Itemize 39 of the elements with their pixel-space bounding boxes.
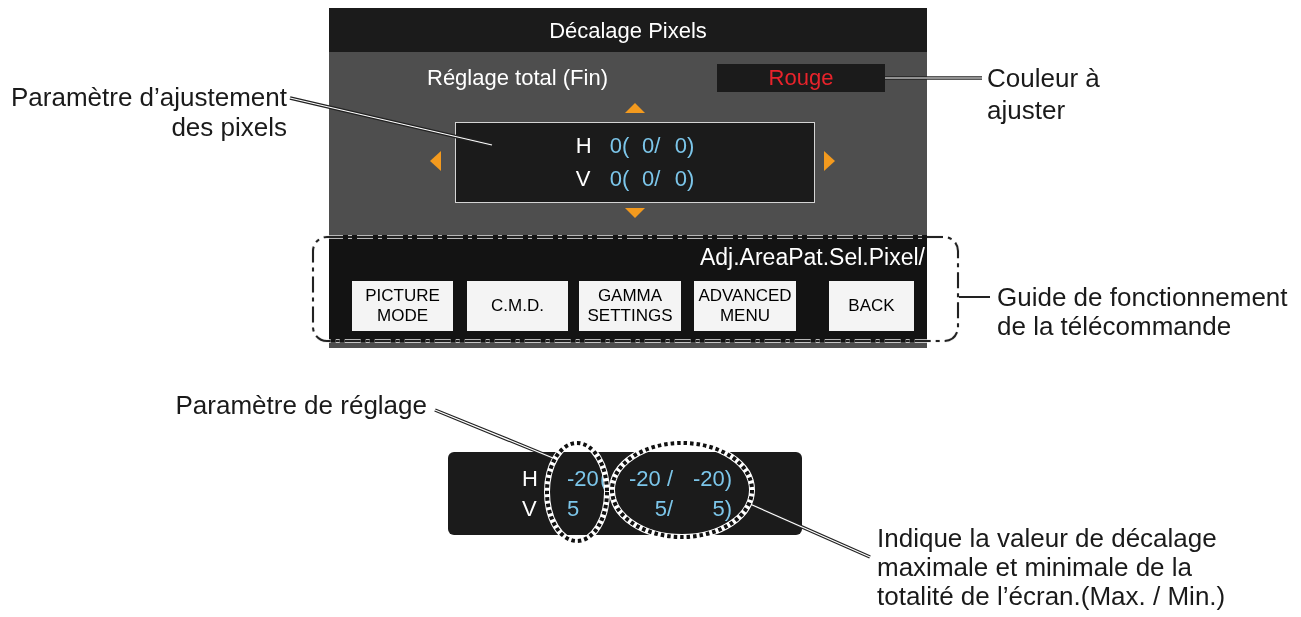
min-value: 0) xyxy=(673,135,695,157)
axis-label: V xyxy=(575,168,592,190)
axis-label: H xyxy=(575,135,593,157)
caret-right-icon xyxy=(824,150,835,171)
max-value: 5/ xyxy=(653,497,673,520)
caret-down-icon xyxy=(625,208,645,218)
paren-text: ( xyxy=(621,168,630,190)
callout-label: Paramètre d’ajustement des pixels xyxy=(10,82,287,142)
guide-button[interactable]: C.M.D. xyxy=(467,281,568,331)
min-value: 0) xyxy=(673,168,695,190)
guide-button[interactable]: ADVANCED MENU xyxy=(694,281,796,331)
callout-label: Paramètre de réglage xyxy=(175,390,427,420)
min-value: 5) xyxy=(711,497,732,520)
offset-value: 5 xyxy=(567,497,581,520)
color-field: Rouge xyxy=(717,64,885,92)
guide-text: el/ xyxy=(900,245,925,269)
axis-label: H xyxy=(522,467,539,490)
callout-label: Couleur à ajuster xyxy=(987,62,1100,126)
menu-title: Décalage Pixels xyxy=(329,8,927,52)
offset-value: 0 xyxy=(609,135,622,157)
leader-line xyxy=(958,296,991,298)
guide-text: Sel.Pix xyxy=(829,245,901,269)
max-value: 0/ xyxy=(640,168,661,190)
guide-text: Adj.AreaPat. xyxy=(699,245,830,269)
guide-button[interactable]: PICTURE MODE xyxy=(352,281,453,331)
offset-value: -20 xyxy=(567,467,600,490)
caret-left-icon xyxy=(430,150,441,171)
callout-label: Indique la valeur de décalage maximale et minimale de la totalité de l’écran.(Max. / Min.) xyxy=(877,524,1226,611)
axis-label: V xyxy=(522,497,538,520)
offset-value: 0 xyxy=(609,168,622,190)
paren-text: ( xyxy=(621,135,630,157)
caret-up-icon xyxy=(625,103,645,113)
min-value: -20) xyxy=(691,467,732,490)
callout-label: Guide de fonctionnement de la télécommande xyxy=(997,283,1288,341)
max-value: -20 / xyxy=(627,467,673,490)
mode-label: Réglage total (Fin) xyxy=(427,67,608,89)
guide-button[interactable]: BACK xyxy=(829,281,914,331)
max-value: 0/ xyxy=(640,135,661,157)
guide-button[interactable]: GAMMA SETTINGS xyxy=(579,281,681,331)
